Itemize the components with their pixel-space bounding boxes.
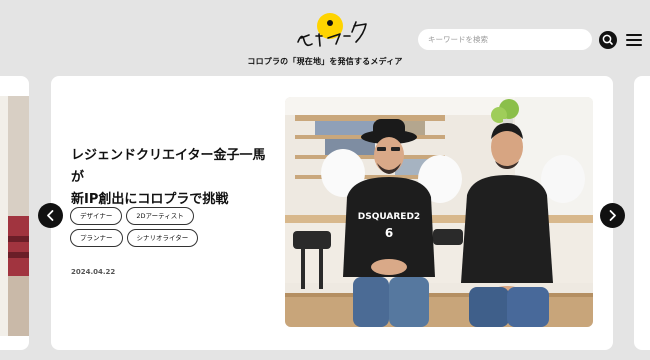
search-icon	[602, 34, 613, 45]
article-date: 2024.04.22	[71, 268, 116, 276]
article-title-line1: レジェンドクリエイター金子一馬が	[71, 148, 266, 185]
previous-slide-card[interactable]	[0, 76, 29, 350]
pin-logo-icon	[297, 13, 367, 47]
tag-scenario-writer[interactable]: シナリオライター	[126, 229, 199, 247]
tag-planner[interactable]: プランナー	[70, 229, 123, 247]
article-title[interactable]: レジェンドクリエイター金子一馬が 新IP創出にコロプラで挑戦	[71, 145, 271, 211]
menu-icon[interactable]	[626, 34, 642, 46]
previous-slide-button[interactable]	[38, 203, 63, 228]
previous-slide-photo	[0, 96, 29, 336]
tag-designer[interactable]: デザイナー	[70, 207, 123, 225]
chevron-right-icon	[609, 210, 616, 221]
article-photo[interactable]: DSQUARED2 6	[285, 97, 593, 327]
shirt-number: 6	[385, 226, 393, 240]
featured-article-card[interactable]: レジェンドクリエイター金子一馬が 新IP創出にコロプラで挑戦 デザイナー 2Dア…	[51, 76, 613, 350]
site-tagline: コロプラの「現在地」を発信するメディア	[247, 57, 403, 66]
site-logo[interactable]	[292, 10, 372, 54]
next-slide-button[interactable]	[600, 203, 625, 228]
search-input[interactable]: キーワードを検索	[418, 29, 592, 50]
search-button[interactable]	[599, 31, 617, 49]
chevron-left-icon	[47, 210, 54, 221]
shirt-text: DSQUARED2	[358, 212, 420, 222]
site-header: コロプラの「現在地」を発信するメディア キーワードを検索	[0, 0, 650, 76]
article-tags: デザイナー 2Dアーティスト プランナー シナリオライター	[70, 207, 250, 247]
article-photo-illustration: DSQUARED2 6	[285, 97, 593, 327]
tag-2d-artist[interactable]: 2Dアーティスト	[126, 207, 194, 225]
next-slide-card[interactable]	[634, 76, 650, 350]
